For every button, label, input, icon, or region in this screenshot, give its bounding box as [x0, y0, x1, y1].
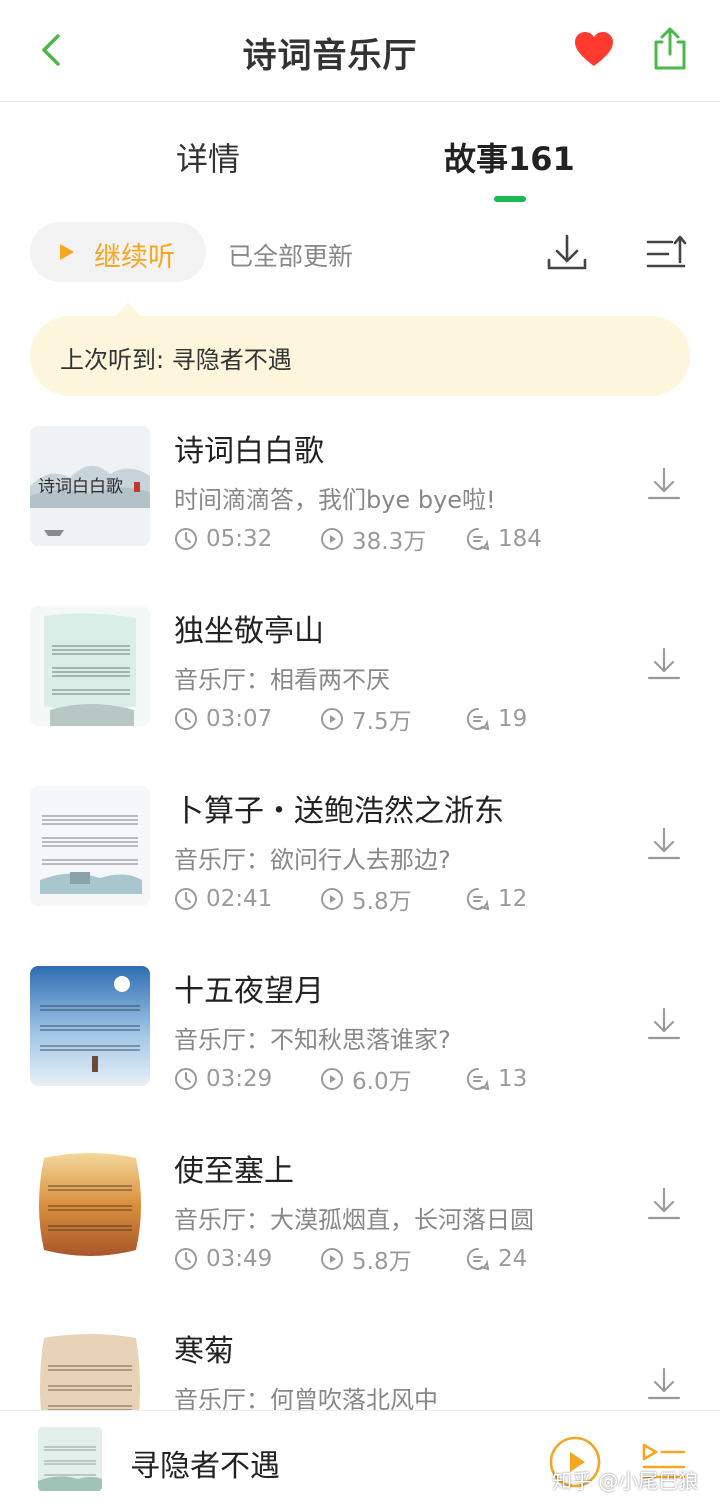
episode-subtitle: 音乐厅：大漠孤烟直，长河落日圆 [174, 1206, 534, 1234]
play-count-icon [321, 1068, 343, 1090]
duration-text: 03:49 [206, 1246, 273, 1272]
sort-icon[interactable] [644, 232, 688, 276]
episode-title: 十五夜望月 [174, 974, 324, 1009]
play-count-icon [321, 1248, 343, 1270]
episode-title: 诗词白白歌 [174, 434, 324, 469]
episode-subtitle: 音乐厅：欲问行人去那边? [174, 846, 451, 874]
play-count-text: 7.5万 [352, 709, 412, 735]
list-item[interactable]: 使至塞上 音乐厅：大漠孤烟直，长河落日圆 03:49 5.8万 24 [0, 1126, 720, 1306]
continue-listening-label: 继续听 [94, 242, 175, 273]
episode-play-count: 38.3万 [320, 524, 427, 555]
play-icon [60, 244, 74, 260]
play-count-text: 38.3万 [352, 529, 427, 555]
clock-icon [175, 1248, 197, 1270]
last-listened-tip[interactable]: 上次听到: 寻隐者不遇 [30, 316, 690, 396]
comment-count-text: 13 [498, 1066, 528, 1092]
play-count-icon [321, 708, 343, 730]
comment-icon [466, 1067, 490, 1091]
episode-duration: 03:07 [174, 704, 272, 734]
download-icon[interactable] [644, 1004, 684, 1044]
play-count-icon [321, 528, 343, 550]
duration-text: 03:07 [206, 706, 273, 732]
watermark-text: 知乎 @小尾巴狼 [552, 1469, 699, 1493]
clock-icon [175, 708, 197, 730]
download-icon[interactable] [644, 644, 684, 684]
clock-icon [175, 1068, 197, 1090]
duration-text: 03:29 [206, 1066, 273, 1092]
download-icon[interactable] [544, 230, 590, 276]
episode-cover-image [30, 786, 150, 906]
episode-subtitle: 音乐厅：不知秋思落谁家? [174, 1026, 451, 1054]
episode-comment-count: 19 [466, 704, 527, 734]
episode-duration: 03:29 [174, 1064, 272, 1094]
episode-play-count: 5.8万 [320, 884, 412, 915]
download-icon[interactable] [644, 464, 684, 504]
tab-details[interactable]: 详情 [176, 134, 240, 180]
episode-comment-count: 13 [466, 1064, 527, 1094]
comment-count-text: 184 [498, 526, 542, 552]
episode-cover-image [30, 606, 150, 726]
episode-cover-image [30, 966, 150, 1086]
episode-subtitle: 时间滴滴答，我们bye bye啦! [174, 486, 496, 514]
clock-icon [175, 528, 197, 550]
clock-icon [175, 888, 197, 910]
list-item[interactable]: 十五夜望月 音乐厅：不知秋思落谁家? 03:29 6.0万 13 [0, 946, 720, 1126]
comment-icon [466, 1247, 490, 1271]
list-item[interactable]: 卜算子・送鲍浩然之浙东 音乐厅：欲问行人去那边? 02:41 5.8万 12 [0, 766, 720, 946]
episode-title: 寒菊 [174, 1334, 234, 1369]
active-tab-indicator [494, 196, 526, 202]
heart-icon[interactable] [572, 28, 616, 72]
play-count-text: 5.8万 [352, 889, 412, 915]
play-count-text: 5.8万 [352, 1249, 412, 1275]
play-count-icon [321, 888, 343, 910]
page-title: 诗词音乐厅 [242, 36, 418, 76]
update-status-text: 已全部更新 [228, 242, 354, 271]
episode-cover-image: 诗词白白歌 [30, 426, 150, 546]
episode-subtitle: 音乐厅：相看两不厌 [174, 666, 390, 694]
episode-cover-image [39, 1153, 141, 1256]
episode-title: 使至塞上 [174, 1154, 294, 1189]
episode-duration: 03:49 [174, 1244, 272, 1274]
mini-player[interactable]: 寻隐者不遇 知乎 @小尾巴狼 [0, 1410, 720, 1509]
comment-icon [466, 707, 490, 731]
episode-play-count: 7.5万 [320, 704, 412, 735]
download-icon[interactable] [644, 1184, 684, 1224]
svg-text:诗词白白歌: 诗词白白歌 [38, 477, 123, 497]
episode-duration: 02:41 [174, 884, 272, 914]
comment-icon [466, 527, 490, 551]
episode-comment-count: 184 [466, 524, 542, 554]
tab-bar: 详情 故事161 [0, 102, 720, 210]
episode-comment-count: 24 [466, 1244, 527, 1274]
now-playing-cover-image [38, 1427, 102, 1491]
episode-duration: 05:32 [174, 524, 272, 554]
download-icon[interactable] [644, 824, 684, 864]
last-listened-text: 上次听到: 寻隐者不遇 [60, 346, 292, 374]
comment-count-text: 19 [498, 706, 528, 732]
duration-text: 05:32 [206, 526, 273, 552]
episode-comment-count: 12 [466, 884, 527, 914]
share-icon[interactable] [648, 24, 692, 74]
play-count-text: 6.0万 [352, 1069, 412, 1095]
top-bar: 诗词音乐厅 [0, 0, 720, 102]
episode-title: 卜算子・送鲍浩然之浙东 [174, 794, 504, 829]
continue-listening-button[interactable]: 继续听 [30, 222, 206, 282]
comment-count-text: 12 [498, 886, 528, 912]
episode-play-count: 6.0万 [320, 1064, 412, 1095]
comment-icon [466, 887, 490, 911]
episode-title: 独坐敬亭山 [174, 614, 324, 649]
duration-text: 02:41 [206, 886, 273, 912]
download-icon[interactable] [644, 1364, 684, 1404]
now-playing-title: 寻隐者不遇 [130, 1449, 280, 1484]
comment-count-text: 24 [498, 1246, 528, 1272]
list-toolbar: 继续听 已全部更新 [0, 222, 720, 286]
tab-stories[interactable]: 故事161 [444, 134, 575, 180]
episode-play-count: 5.8万 [320, 1244, 412, 1275]
list-item[interactable]: 诗词白白歌 诗词白白歌 时间滴滴答，我们bye bye啦! 05:32 38.3… [0, 406, 720, 586]
list-item[interactable]: 独坐敬亭山 音乐厅：相看两不厌 03:07 7.5万 19 [0, 586, 720, 766]
